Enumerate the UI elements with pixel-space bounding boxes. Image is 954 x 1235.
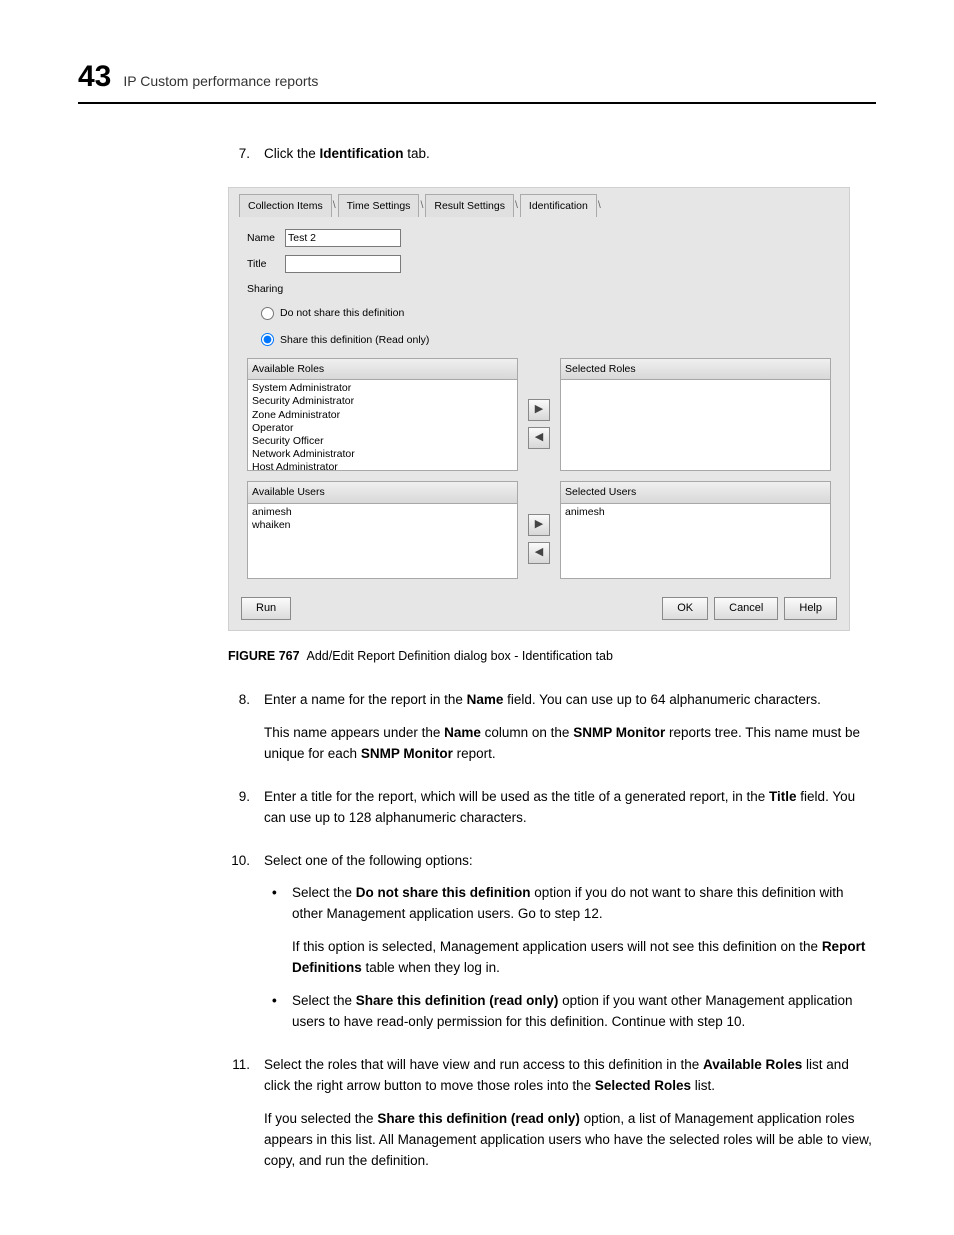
step9-text: Enter a title for the report, which will…: [264, 787, 876, 829]
selected-roles-header: Selected Roles: [560, 358, 831, 380]
step-number: 9.: [228, 787, 250, 841]
run-button[interactable]: Run: [241, 597, 291, 620]
selected-roles-list[interactable]: [560, 380, 831, 471]
list-item[interactable]: Security Administrator: [252, 395, 513, 408]
selected-users-header: Selected Users: [560, 481, 831, 503]
list-item[interactable]: Host Administrator: [252, 461, 513, 471]
step11-p2: If you selected the Share this definitio…: [264, 1109, 876, 1172]
step-number: 11.: [228, 1055, 250, 1184]
title-label: Title: [247, 256, 285, 272]
name-label: Name: [247, 230, 285, 246]
list-item[interactable]: Zone Administrator: [252, 409, 513, 422]
list-item[interactable]: Operator: [252, 422, 513, 435]
radio-do-not-share-label: Do not share this definition: [280, 305, 404, 321]
list-item[interactable]: Network Administrator: [252, 448, 513, 461]
chevron-right-icon: ▶: [535, 401, 543, 418]
step8-p1: Enter a name for the report in the Name …: [264, 690, 876, 711]
bullet-item: Select the Share this definition (read o…: [264, 991, 876, 1033]
move-right-button[interactable]: ▶: [528, 514, 550, 536]
tab-identification[interactable]: Identification: [520, 194, 597, 217]
sharing-label: Sharing: [247, 281, 831, 297]
list-item[interactable]: animesh: [252, 506, 513, 519]
step-number: 7.: [228, 144, 250, 177]
page-number: 43: [78, 60, 111, 94]
header-rule: [78, 102, 876, 104]
chevron-left-icon: ◀: [535, 544, 543, 561]
available-users-list[interactable]: animesh whaiken: [247, 504, 518, 579]
radio-share-readonly[interactable]: [261, 333, 274, 346]
move-right-button[interactable]: ▶: [528, 399, 550, 421]
move-left-button[interactable]: ◀: [528, 427, 550, 449]
list-item[interactable]: whaiken: [252, 519, 513, 532]
chevron-left-icon: ◀: [535, 429, 543, 446]
step8-p2: This name appears under the Name column …: [264, 723, 876, 765]
identification-dialog: Collection Items\ Time Settings\ Result …: [228, 187, 850, 631]
available-users-header: Available Users: [247, 481, 518, 503]
selected-users-list[interactable]: animesh: [560, 504, 831, 579]
name-field[interactable]: [285, 229, 401, 247]
ok-button[interactable]: OK: [662, 597, 708, 620]
figure-caption: FIGURE 767 Add/Edit Report Definition di…: [228, 647, 876, 666]
step7-text: Click the Identification tab.: [264, 144, 876, 165]
tab-result-settings[interactable]: Result Settings: [425, 194, 514, 217]
bullet-item: Select the Do not share this definition …: [264, 883, 876, 979]
list-item[interactable]: Security Officer: [252, 435, 513, 448]
radio-do-not-share[interactable]: [261, 307, 274, 320]
available-roles-header: Available Roles: [247, 358, 518, 380]
tab-time-settings[interactable]: Time Settings: [338, 194, 420, 217]
step11-p1: Select the roles that will have view and…: [264, 1055, 876, 1097]
step-number: 10.: [228, 851, 250, 1045]
step10-intro: Select one of the following options:: [264, 851, 876, 872]
tab-collection-items[interactable]: Collection Items: [239, 194, 332, 217]
list-item[interactable]: System Administrator: [252, 382, 513, 395]
help-button[interactable]: Help: [784, 597, 837, 620]
cancel-button[interactable]: Cancel: [714, 597, 778, 620]
step-number: 8.: [228, 690, 250, 777]
available-roles-list[interactable]: System Administrator Security Administra…: [247, 380, 518, 471]
title-field[interactable]: [285, 255, 401, 273]
chevron-right-icon: ▶: [535, 516, 543, 533]
dialog-tabs: Collection Items\ Time Settings\ Result …: [229, 188, 849, 217]
list-item[interactable]: animesh: [565, 506, 826, 519]
section-title: IP Custom performance reports: [123, 73, 318, 89]
move-left-button[interactable]: ◀: [528, 542, 550, 564]
radio-share-readonly-label: Share this definition (Read only): [280, 332, 429, 348]
